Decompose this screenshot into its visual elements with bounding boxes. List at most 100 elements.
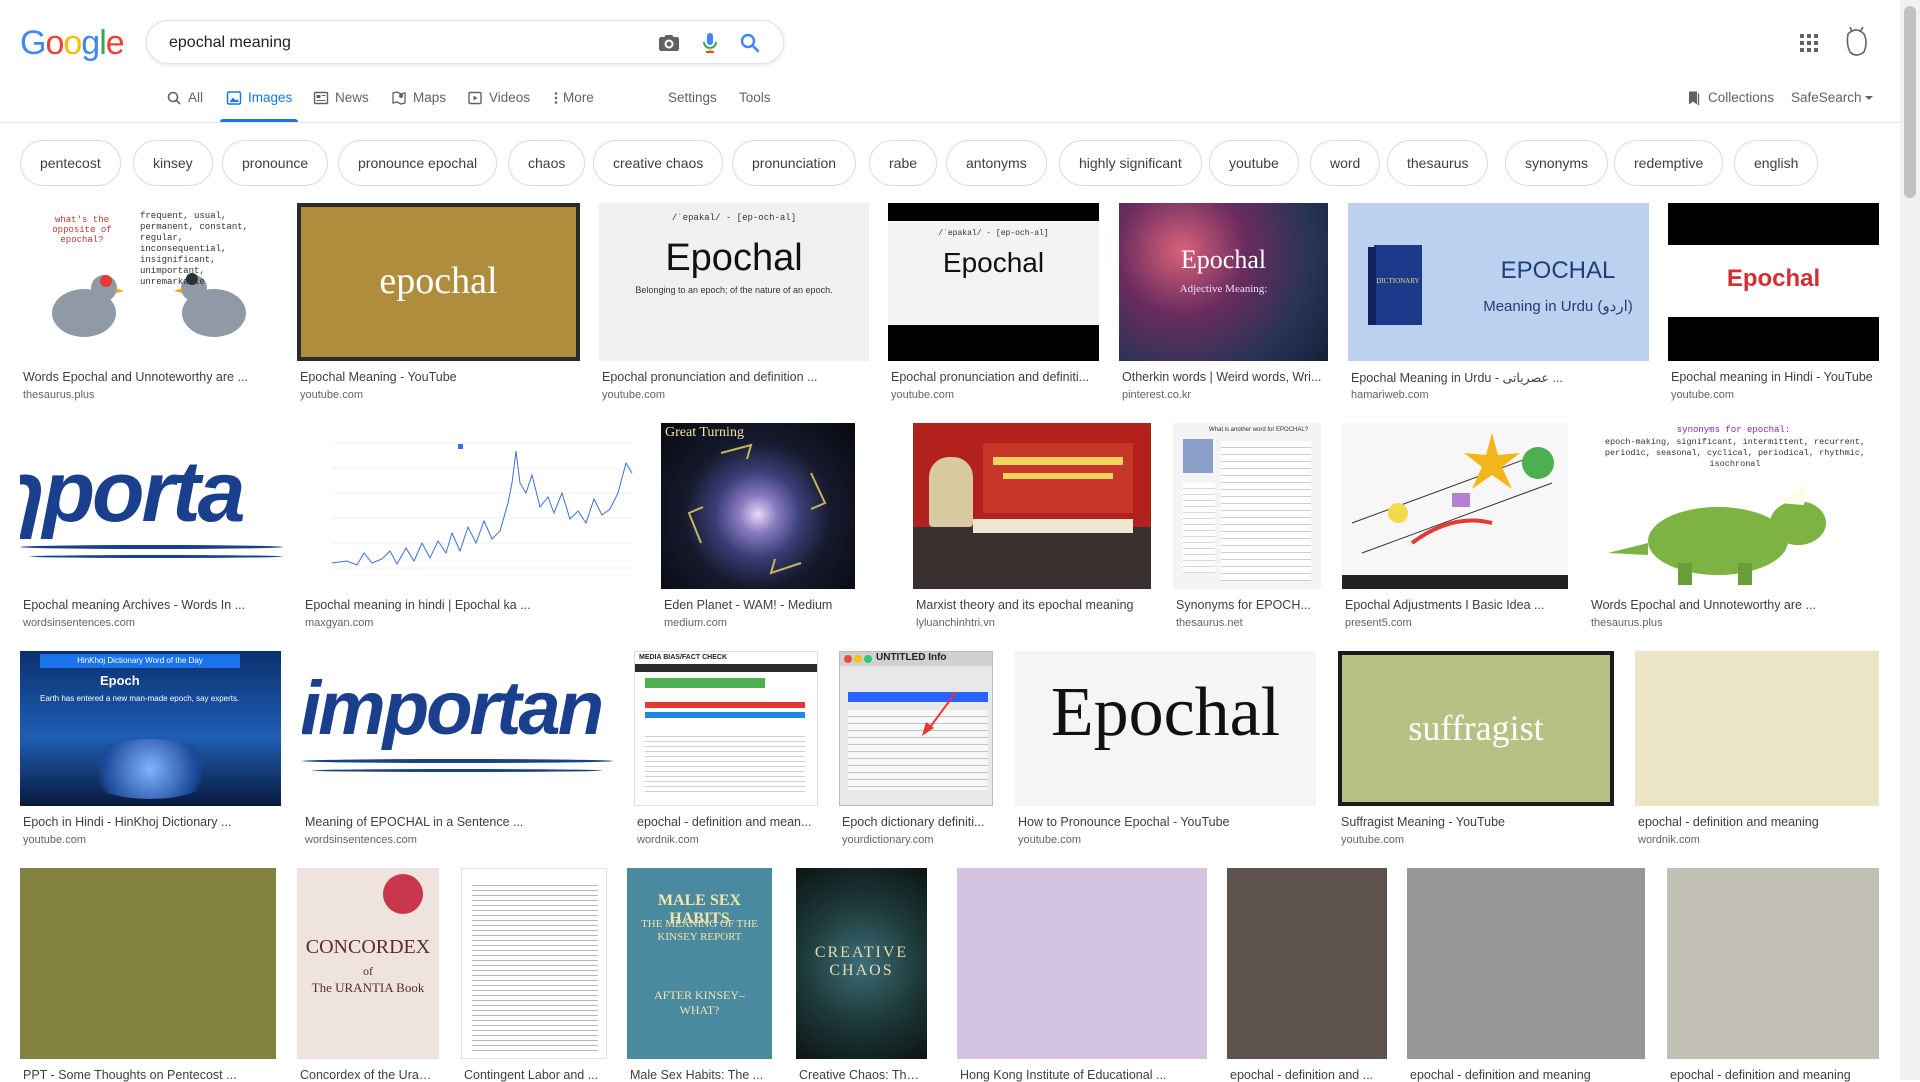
chip[interactable]: rabe xyxy=(869,140,938,186)
image-result[interactable]: suffragist Suffragist Meaning - YouTube … xyxy=(1338,651,1614,851)
image-result[interactable]: importan Meaning of EPOCHAL in a Sentenc… xyxy=(302,651,613,851)
tab-label: All xyxy=(188,90,204,105)
result-thumbnail xyxy=(913,423,1151,589)
result-thumbnail: Epochal xyxy=(1015,651,1316,806)
image-result[interactable]: Epochal Adjective Meaning: Otherkin word… xyxy=(1119,203,1328,403)
result-caption: Eden Planet - WAM! - Medium xyxy=(664,598,833,612)
result-source: wordsinsentences.com xyxy=(305,834,417,846)
news-icon xyxy=(313,91,329,105)
result-source: wordsinsentences.com xyxy=(23,617,135,629)
thumb-text: Epochal xyxy=(665,237,803,279)
tab-news[interactable]: News xyxy=(313,88,369,122)
scrollbar-thumb[interactable] xyxy=(1904,6,1916,198)
thumb-text: Epochal xyxy=(1050,674,1281,751)
result-thumbnail xyxy=(1227,868,1387,1059)
image-result[interactable]: Epochal meaning in hindi | Epochal ka ..… xyxy=(302,423,638,631)
result-caption: Marxist theory and its epochal meaning xyxy=(916,598,1134,612)
chip[interactable]: pronounce xyxy=(222,140,329,186)
image-result[interactable]: Epochal How to Pronounce Epochal - YouTu… xyxy=(1015,651,1316,851)
thumb-text: Epochal xyxy=(1726,265,1821,292)
chip[interactable]: chaos xyxy=(508,140,586,186)
image-result[interactable]: epochal - definition and ... xyxy=(1227,868,1387,1082)
image-result[interactable]: /ˈepakal/ - [ep-och-al] Epochal Epochal … xyxy=(888,203,1099,403)
maps-icon xyxy=(392,91,406,105)
thumb-text: ɿporta xyxy=(20,444,245,540)
chip[interactable]: highly significant xyxy=(1059,140,1202,186)
image-result[interactable]: HinKhoj Dictionary Word of the Day Epoch… xyxy=(20,651,281,851)
search-input[interactable] xyxy=(167,29,631,57)
search-icon[interactable] xyxy=(738,31,762,55)
result-source: hamariweb.com xyxy=(1351,389,1429,401)
result-thumbnail xyxy=(1407,868,1645,1059)
image-result[interactable]: what's the opposite of epochal? frequent… xyxy=(20,203,278,403)
image-result[interactable]: UNTITLED Info Epoch dictionary definiti.… xyxy=(839,651,993,851)
image-result[interactable]: Contingent Labor and ... xyxy=(461,868,607,1082)
arrows-art xyxy=(687,443,827,575)
result-source: youtube.com xyxy=(300,389,363,401)
chip[interactable]: redemptive xyxy=(1614,140,1724,186)
mic-icon[interactable] xyxy=(698,31,722,55)
settings-link[interactable]: Settings xyxy=(668,88,717,122)
chip[interactable]: youtube xyxy=(1209,140,1299,186)
image-result[interactable]: What is another word for EPOCHAL? Synony… xyxy=(1173,423,1321,631)
chip[interactable]: kinsey xyxy=(133,140,213,186)
camera-icon[interactable] xyxy=(657,31,681,55)
result-thumbnail: CREATIVE CHAOS xyxy=(796,868,927,1059)
chip[interactable]: thesaurus xyxy=(1387,140,1489,186)
image-result[interactable]: MALE SEX HABITS THE MEANING OF THE KINSE… xyxy=(627,868,772,1082)
image-result[interactable]: epochal - definition and meaning xyxy=(1407,868,1645,1082)
result-caption: Epochal pronunciation and definiti... xyxy=(891,370,1090,384)
chip[interactable]: creative chaos xyxy=(593,140,724,186)
image-result[interactable]: /ˈepakal/ - [ep-och-al] Epochal Belongin… xyxy=(599,203,869,403)
result-thumbnail xyxy=(302,423,638,589)
tab-maps[interactable]: Maps xyxy=(391,88,446,122)
result-thumbnail: What is another word for EPOCHAL? xyxy=(1173,423,1321,589)
result-caption: Words Epochal and Unnoteworthy are ... xyxy=(23,370,248,384)
image-result[interactable]: Epochal Epochal meaning in Hindi - YouTu… xyxy=(1668,203,1879,403)
image-result[interactable]: epochal Epochal Meaning - YouTube youtub… xyxy=(297,203,580,403)
thumb-text: Epochal xyxy=(1180,245,1267,274)
chip[interactable]: pronunciation xyxy=(732,140,857,186)
google-logo[interactable]: Google xyxy=(20,24,125,63)
thumb-sub: Meaning in Urdu (اردو) xyxy=(1483,298,1633,315)
result-caption: How to Pronounce Epochal - YouTube xyxy=(1018,815,1230,829)
image-result[interactable]: MEDIA BIAS/FACT CHECK epochal - definiti… xyxy=(634,651,818,851)
collections-label: Collections xyxy=(1708,90,1775,105)
image-result[interactable]: DICTIONARY EPOCHAL Meaning in Urdu (اردو… xyxy=(1348,203,1649,403)
result-thumbnail: DICTIONARY EPOCHAL Meaning in Urdu (اردو… xyxy=(1348,203,1649,361)
chip[interactable]: synonyms xyxy=(1505,140,1609,186)
chip[interactable]: english xyxy=(1734,140,1819,186)
image-result[interactable]: Epochal Adjustments I Basic Idea ... pre… xyxy=(1342,423,1568,631)
header: Google epochal meaning All Images News M… xyxy=(0,0,1900,123)
image-result[interactable]: epochal - definition and meaning xyxy=(1667,868,1879,1082)
safesearch-menu[interactable]: SafeSearch xyxy=(1791,88,1873,122)
chip[interactable]: pronounce epochal xyxy=(338,140,498,186)
result-caption: Words Epochal and Unnoteworthy are ... xyxy=(1591,598,1816,612)
image-result[interactable]: CONCORDEX of The URANTIA Book Concordex … xyxy=(297,868,439,1082)
collections-link[interactable]: Collections xyxy=(1686,88,1774,122)
result-source: pinterest.co.kr xyxy=(1122,389,1192,401)
result-thumbnail xyxy=(1635,651,1879,806)
search-box[interactable] xyxy=(146,20,784,64)
page-scrollbar[interactable] xyxy=(1900,0,1920,1080)
chip[interactable]: antonyms xyxy=(946,140,1047,186)
image-result[interactable]: ɿporta Epochal meaning Archives - Words … xyxy=(20,423,283,631)
image-result[interactable]: synonyms for epochal: epoch-making, sign… xyxy=(1588,423,1879,631)
image-result[interactable]: Great Turning Eden Planet - WAM! - Mediu… xyxy=(661,423,855,631)
image-result[interactable]: CREATIVE CHAOS Creative Chaos: The ... xyxy=(796,868,927,1082)
apps-grid-icon[interactable] xyxy=(1797,31,1821,55)
chip[interactable]: word xyxy=(1310,140,1381,186)
image-result[interactable]: PPT - Some Thoughts on Pentecost ... xyxy=(20,868,276,1082)
tab-all[interactable]: All xyxy=(166,88,203,122)
tab-more[interactable]: More xyxy=(553,88,594,122)
tab-videos[interactable]: Videos xyxy=(467,88,530,122)
chip[interactable]: pentecost xyxy=(20,140,121,186)
tools-link[interactable]: Tools xyxy=(739,88,771,122)
thumb-phonetic: /ˈepakal/ - [ep-och-al] xyxy=(671,213,797,223)
avatar[interactable] xyxy=(1838,24,1874,60)
image-result[interactable]: epochal - definition and meaning wordnik… xyxy=(1635,651,1879,851)
thumb-text: epochal xyxy=(379,260,498,302)
image-result[interactable]: Marxist theory and its epochal meaning l… xyxy=(913,423,1151,631)
tab-images[interactable]: Images xyxy=(219,88,299,122)
image-result[interactable]: Hong Kong Institute of Educational ... xyxy=(957,868,1207,1082)
